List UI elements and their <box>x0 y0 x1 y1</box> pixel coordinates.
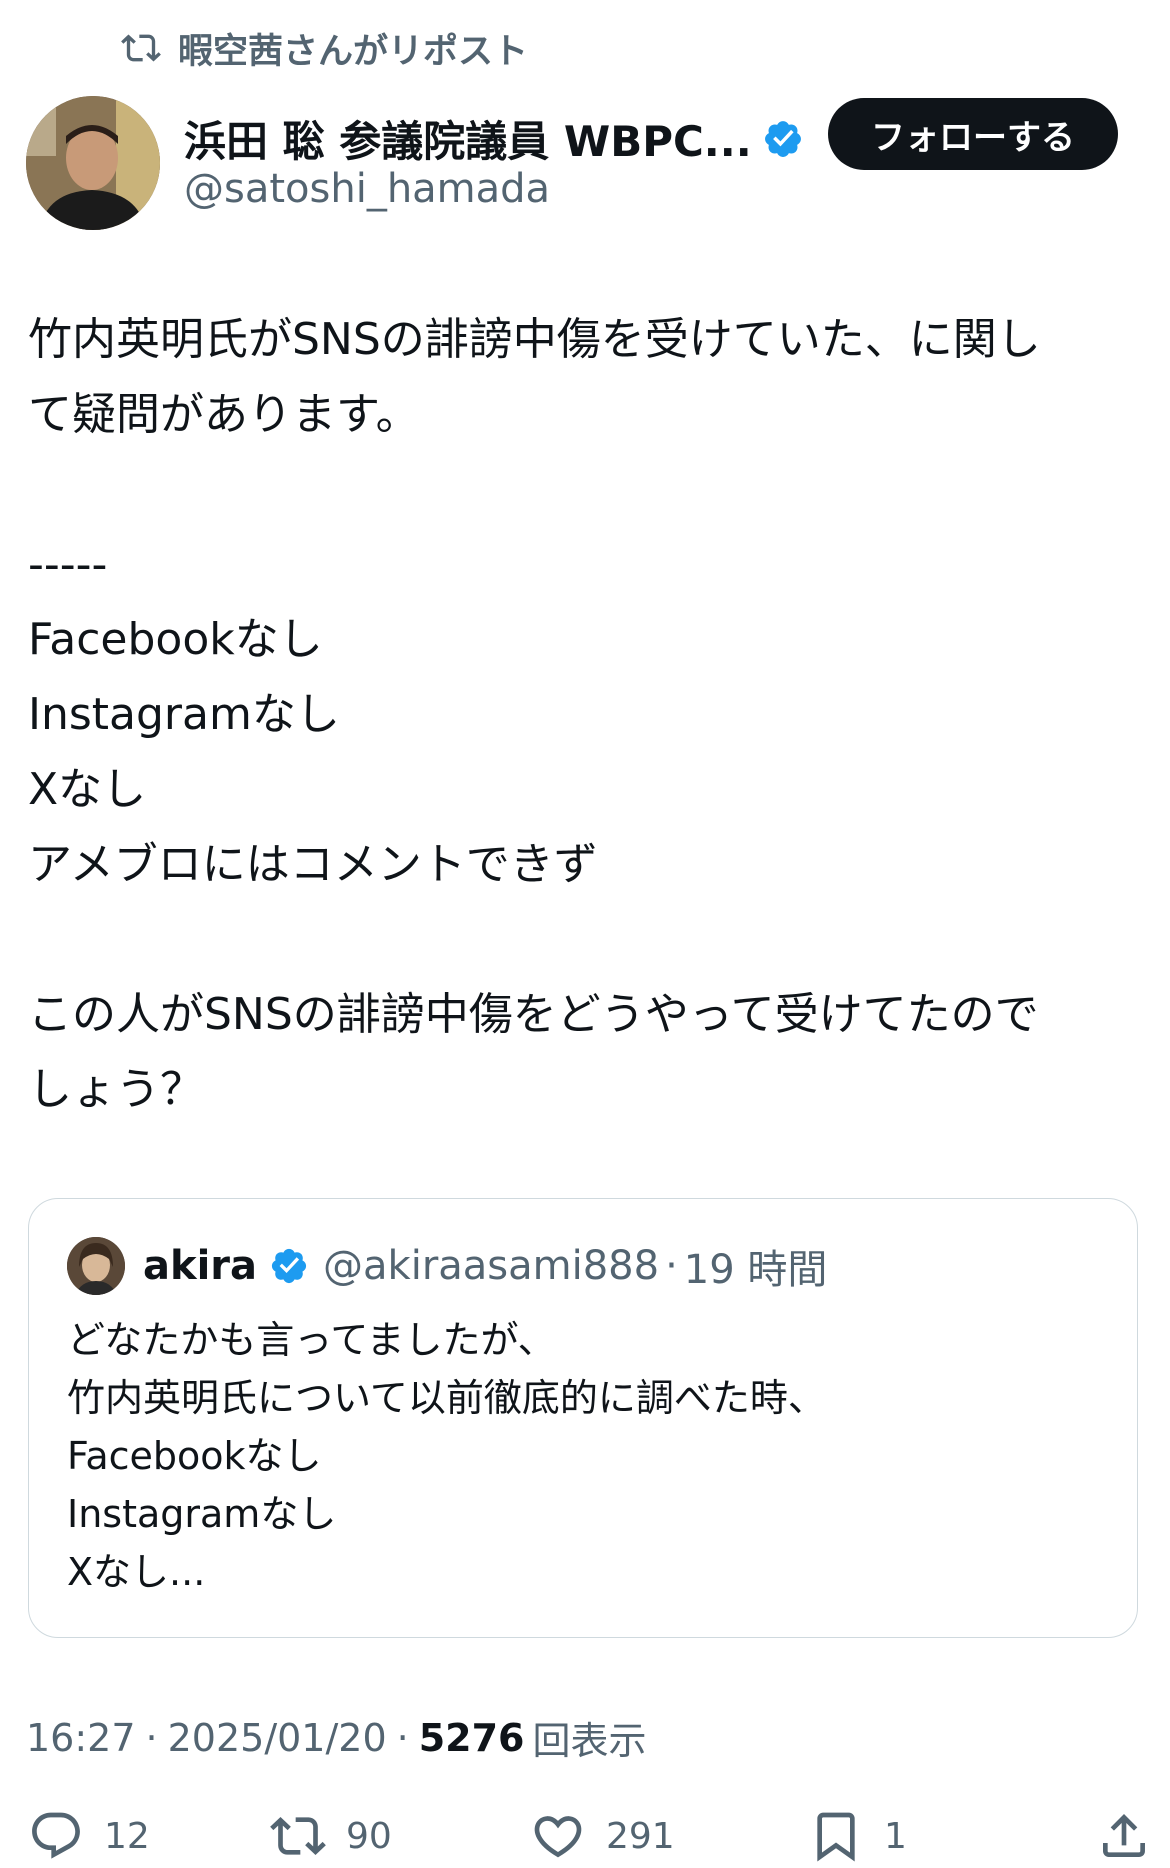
repost-label: 暇空茜さんがリポスト <box>178 31 529 72</box>
tweet-line: Xなし <box>28 764 147 815</box>
tweet-line: Instagramなし <box>28 689 340 740</box>
repost-icon <box>121 34 161 62</box>
tweet-line: ----- <box>28 539 108 590</box>
quoted-author-avatar[interactable] <box>67 1237 125 1295</box>
tweet-line: アメブロにはコメントできず <box>28 839 598 890</box>
reply-icon <box>32 1812 80 1859</box>
views-label: 回表示 <box>532 1719 647 1763</box>
share-button[interactable] <box>1096 1808 1170 1864</box>
tweet-time[interactable]: 16:27 <box>26 1716 136 1760</box>
verified-badge-icon <box>271 1248 307 1284</box>
tweet-meta: 16:27 · 2025/01/20 · 5276 回表示 <box>26 1710 647 1765</box>
like-button[interactable]: 291 <box>530 1808 675 1864</box>
tweet-line: Facebookなし <box>28 614 323 665</box>
bookmark-icon <box>817 1812 855 1862</box>
tweet-date[interactable]: 2025/01/20 <box>168 1716 387 1760</box>
repost-button[interactable]: 90 <box>270 1808 392 1864</box>
reply-count: 12 <box>104 1815 150 1857</box>
tweet-line: て疑問があります。 <box>28 389 420 440</box>
quoted-author-handle: @akiraasami888 <box>323 1243 660 1289</box>
tweet-line: 竹内英明氏がSNSの誹謗中傷を受けていた、に関し <box>28 314 1041 365</box>
quoted-tweet[interactable]: akira @akiraasami888 · 19 時間 どなたかも言ってました… <box>28 1198 1138 1638</box>
author-handle[interactable]: @satoshi_hamada <box>184 166 550 212</box>
quoted-line: 竹内英明氏について以前徹底的に調べた時、 <box>67 1376 826 1420</box>
heart-icon <box>534 1816 582 1858</box>
repost-indicator[interactable]: 暇空茜さんがリポスト <box>118 24 528 72</box>
quoted-tweet-header: akira @akiraasami888 · 19 時間 <box>67 1237 827 1295</box>
quoted-line: Xなし... <box>67 1550 206 1594</box>
follow-button[interactable]: フォローする <box>828 98 1118 170</box>
tweet-line: この人がSNSの誹謗中傷をどうやって受けてたので <box>28 989 1039 1040</box>
separator-dot: · <box>396 1715 409 1760</box>
share-icon <box>1103 1814 1145 1857</box>
repost-count: 90 <box>346 1815 392 1857</box>
tweet-line <box>28 452 1143 527</box>
quoted-tweet-text: どなたかも言ってましたが、 竹内英明氏について以前徹底的に調べた時、 Faceb… <box>67 1311 1097 1601</box>
action-bar: 12 90 291 1 <box>0 1808 1170 1868</box>
tweet-line <box>28 902 1143 977</box>
like-count: 291 <box>606 1815 675 1857</box>
quoted-line: どなたかも言ってましたが、 <box>67 1318 556 1362</box>
quoted-line: Facebookなし <box>67 1434 322 1478</box>
reply-button[interactable]: 12 <box>28 1808 150 1864</box>
bookmark-button[interactable]: 1 <box>808 1808 907 1864</box>
quoted-line: Instagramなし <box>67 1492 337 1536</box>
verified-badge-icon <box>764 120 801 157</box>
views-count: 5276 <box>418 1715 525 1760</box>
author-avatar[interactable] <box>26 96 160 230</box>
repost-icon <box>270 1817 326 1855</box>
separator-dot: · <box>665 1243 678 1289</box>
separator-dot: · <box>145 1715 158 1760</box>
bookmark-count: 1 <box>884 1815 907 1857</box>
author-display-name: 浜田 聡 参議院議員 WBPC... <box>184 117 752 166</box>
author-name-row[interactable]: 浜田 聡 参議院議員 WBPC... <box>184 108 804 169</box>
tweet-line: しょう？ <box>28 1064 204 1115</box>
quoted-author-name: akira <box>143 1243 258 1289</box>
quoted-tweet-time: 19 時間 <box>683 1247 828 1293</box>
tweet-text: 竹内英明氏がSNSの誹謗中傷を受けていた、に関し て疑問があります。 -----… <box>28 302 1143 1127</box>
